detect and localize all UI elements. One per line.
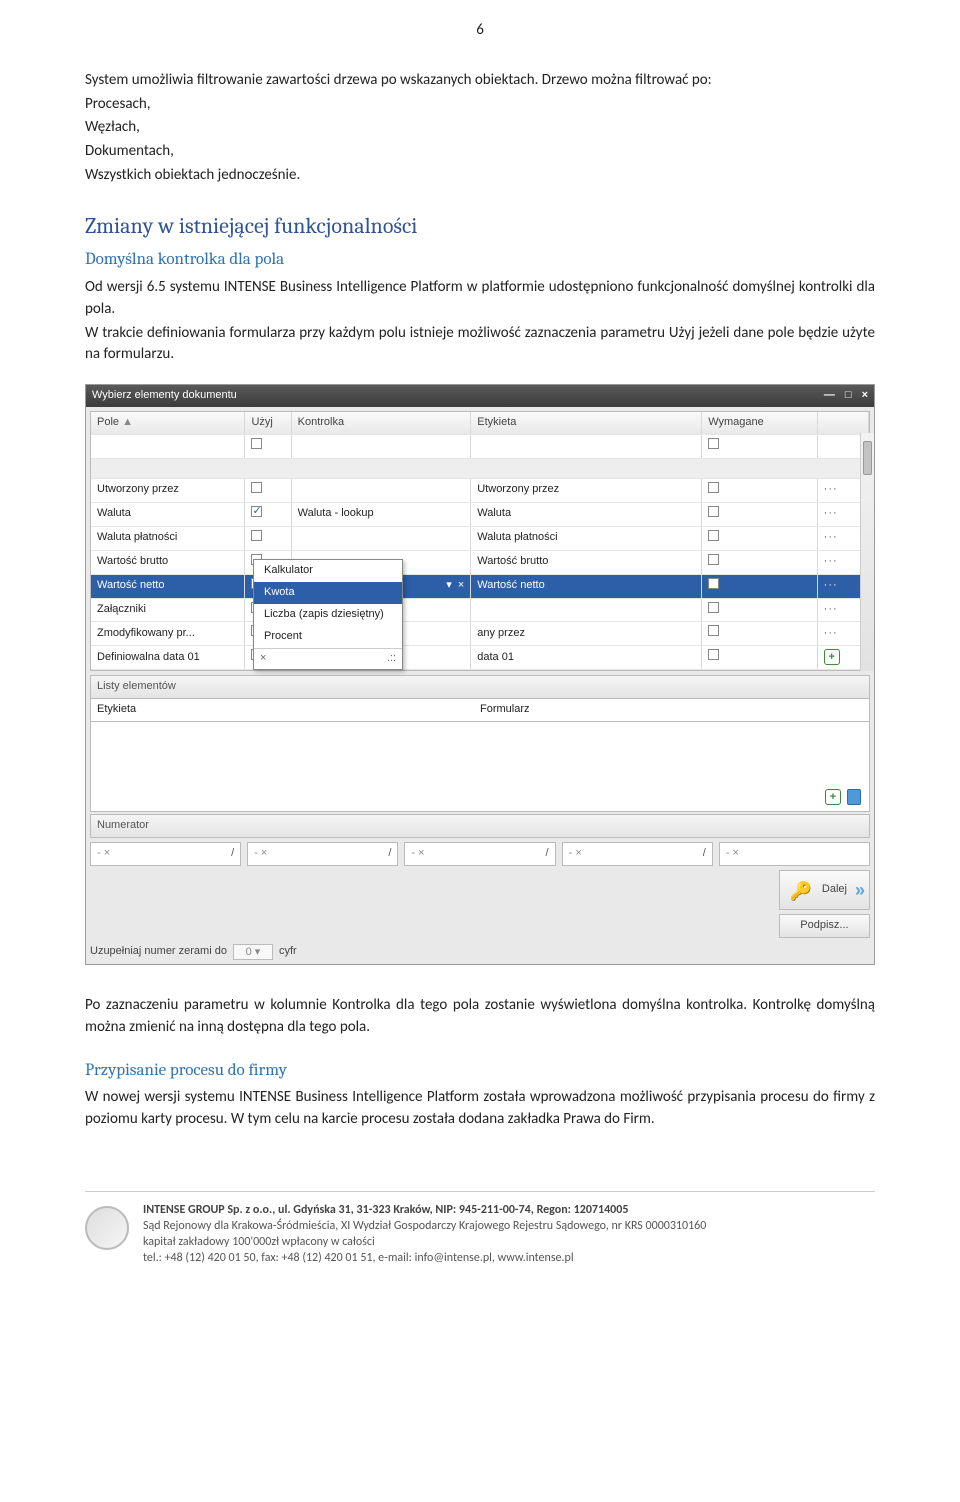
table-row[interactable]: Definiowalna data 01data 01+ <box>91 646 869 670</box>
use-checkbox[interactable] <box>251 506 262 517</box>
col-kontrolka-header[interactable]: Kontrolka <box>291 412 471 434</box>
filter-checkbox[interactable] <box>251 438 262 449</box>
footer-line-1: INTENSE GROUP Sp. z o.o., ul. Gdyńska 31… <box>143 1203 628 1217</box>
add-list-icon[interactable]: + <box>825 789 841 805</box>
footer-line-2: Sąd Rejonowy dla Krakowa-Śródmieścia, XI… <box>143 1218 706 1234</box>
section-lists-columns: Etykieta Formularz <box>90 699 870 722</box>
required-checkbox[interactable] <box>708 649 719 660</box>
dialog-titlebar[interactable]: Wybierz elementy dokumentu — □ × <box>86 385 874 407</box>
footer-line-4: tel.: +48 (12) 420 01 50, fax: +48 (12) … <box>143 1250 706 1266</box>
chevron-right-icon: » <box>855 877 859 903</box>
col-pole-header[interactable]: Pole ▲ <box>91 412 245 434</box>
dropdown-option[interactable]: Kalkulator <box>254 560 402 582</box>
dropdown-option[interactable]: Liczba (zapis dziesiętny) <box>254 604 402 626</box>
table-row-selected[interactable]: Wartość nettoKwota ▾ ×Wartość netto··· <box>91 574 869 598</box>
subheading-assign-process: Przypisanie procesu do firmy <box>85 1059 875 1084</box>
intro-item-1: Procesach, <box>85 94 875 116</box>
table-row[interactable]: WalutaWaluta - lookupWaluta··· <box>91 502 869 526</box>
key-icon <box>790 878 814 902</box>
dialog-title: Wybierz elementy dokumentu <box>92 388 237 404</box>
table-row[interactable]: Załączniki··· <box>91 598 869 622</box>
intro-item-3: Dokumentach, <box>85 141 875 163</box>
numerator-segment[interactable]: - ×/ <box>247 842 398 866</box>
page-number: 6 <box>85 20 875 42</box>
section-lists-header: Listy elementów <box>90 675 870 699</box>
window-maximize-icon[interactable]: □ <box>845 388 852 404</box>
window-minimize-icon[interactable]: — <box>824 388 835 404</box>
numerator-segment[interactable]: - × <box>719 842 870 866</box>
numerator-fill-row: Uzupełniaj numer zerami do 0 ▾ cyfr <box>90 944 297 960</box>
col-uzyj-header[interactable]: Użyj <box>245 412 291 434</box>
numerator-fill-input[interactable]: 0 ▾ <box>233 944 273 960</box>
footer-line-3: kapitał zakładowy 100'000zł wpłacony w c… <box>143 1234 706 1250</box>
table-row[interactable]: Wartość bruttoWartość brutto··· <box>91 550 869 574</box>
vertical-scrollbar[interactable] <box>860 433 874 671</box>
grid-filter-row[interactable] <box>91 434 869 458</box>
filter-checkbox[interactable] <box>708 438 719 449</box>
col-etykieta-header[interactable]: Etykieta <box>471 412 702 434</box>
next-button[interactable]: Dalej » <box>779 870 870 910</box>
grid-header-row: Pole ▲ Użyj Kontrolka Etykieta Wymagane <box>91 412 869 434</box>
intro-item-4: Wszystkich obiektach jednocześnie. <box>85 165 875 187</box>
paragraph-2: W trakcie definiowania formularza przy k… <box>85 323 875 367</box>
numerator-segment[interactable]: - ×/ <box>90 842 241 866</box>
table-row[interactable]: Waluta płatnościWaluta płatności··· <box>91 526 869 550</box>
dropdown-option[interactable]: Procent <box>254 626 402 648</box>
required-checkbox[interactable] <box>708 602 719 613</box>
company-logo-icon <box>85 1206 129 1250</box>
table-row[interactable]: Utworzony przezUtworzony przez··· <box>91 478 869 502</box>
dropdown-resize-handle[interactable]: × .:: <box>254 648 402 669</box>
paragraph-1: Od wersji 6.5 systemu INTENSE Business I… <box>85 277 875 321</box>
required-checkbox[interactable] <box>708 530 719 541</box>
heading-changes: Zmiany w istniejącej funkcjonalności <box>85 211 875 243</box>
subheading-default-control: Domyślna kontrolka dla pola <box>85 248 875 273</box>
required-checkbox[interactable] <box>708 506 719 517</box>
required-checkbox[interactable] <box>708 554 719 565</box>
section-numerator-header: Numerator <box>90 814 870 838</box>
sign-button[interactable]: Podpisz... <box>779 914 870 938</box>
paragraph-4: W nowej wersji systemu INTENSE Business … <box>85 1087 875 1131</box>
paragraph-3: Po zaznaczeniu parametru w kolumnie Kont… <box>85 995 875 1039</box>
required-checkbox[interactable] <box>708 625 719 636</box>
table-row[interactable]: Zmodyfikowany pr...any przez··· <box>91 622 869 646</box>
kontrolka-dropdown[interactable]: Kalkulator Kwota Liczba (zapis dziesiętn… <box>253 559 403 670</box>
numerator-segment[interactable]: - ×/ <box>404 842 555 866</box>
lists-empty-area: + <box>90 722 870 812</box>
intro-paragraph: System umożliwia filtrowanie zawartości … <box>85 70 875 92</box>
col-wymagane-header[interactable]: Wymagane <box>702 412 817 434</box>
page-footer: INTENSE GROUP Sp. z o.o., ul. Gdyńska 31… <box>85 1191 875 1267</box>
add-icon[interactable]: + <box>824 649 840 665</box>
required-checkbox[interactable] <box>708 578 719 589</box>
required-checkbox[interactable] <box>708 482 719 493</box>
window-close-icon[interactable]: × <box>862 388 868 404</box>
col-formularz[interactable]: Formularz <box>480 702 863 718</box>
numerator-segment[interactable]: - ×/ <box>562 842 713 866</box>
use-checkbox[interactable] <box>251 530 262 541</box>
app-screenshot: Wybierz elementy dokumentu — □ × Pole ▲ … <box>85 384 875 965</box>
dropdown-option-selected[interactable]: Kwota <box>254 582 402 604</box>
fields-grid[interactable]: Pole ▲ Użyj Kontrolka Etykieta Wymagane … <box>90 411 870 671</box>
use-checkbox[interactable] <box>251 482 262 493</box>
intro-item-2: Węzłach, <box>85 117 875 139</box>
delete-list-icon[interactable] <box>847 789 861 805</box>
col-etykieta-2[interactable]: Etykieta <box>97 702 480 718</box>
numerator-row: - ×/ - ×/ - ×/ - ×/ - × <box>90 842 870 866</box>
